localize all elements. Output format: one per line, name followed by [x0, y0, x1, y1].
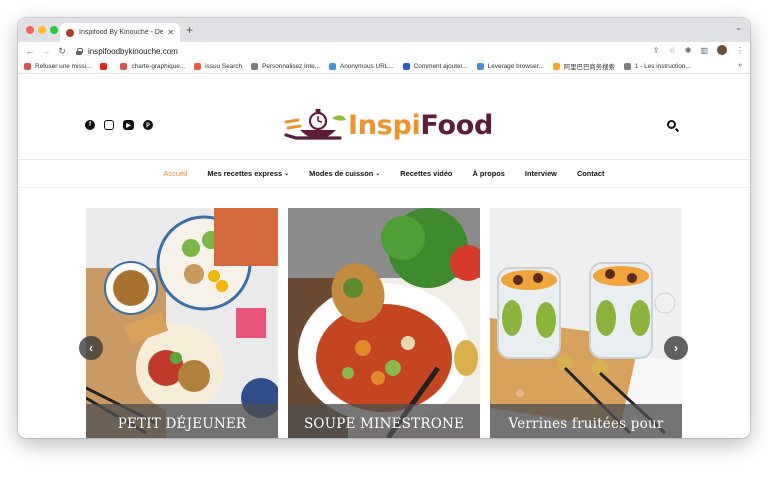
avatar[interactable] — [717, 45, 727, 55]
address-bar[interactable]: inspifoodbykinouche.com — [76, 44, 676, 58]
carousel-prev-button[interactable]: ‹ — [79, 336, 103, 360]
bookmark-item[interactable]: Refuser une missi... — [24, 63, 91, 70]
browser-toolbar: ← → ↻ inspifoodbykinouche.com ⇪ ☆ ✱ ▥ ⋮ — [18, 42, 750, 60]
bookmark-icon — [402, 63, 410, 70]
slide-card[interactable]: Verrines fruitées pour — [490, 208, 682, 438]
bookmark-label: 1 - Les instruction... — [634, 63, 691, 70]
forward-button[interactable]: → — [38, 46, 54, 56]
sidebar-icon[interactable]: ▥ — [700, 46, 708, 55]
share-icon[interactable]: ⇪ — [653, 46, 660, 55]
bookmark-label: issuu Search — [205, 63, 243, 70]
site-logo[interactable]: InspiFood — [284, 108, 494, 148]
tab-close-icon[interactable]: ✕ — [167, 28, 174, 37]
site-favicon-icon — [66, 28, 74, 37]
logo-wordmark: InspiFood — [348, 110, 493, 141]
alibaba-icon — [552, 63, 560, 70]
recipe-carousel: PETIT DÉJEUNER SOUPE MINESTRONE Verrines… — [86, 208, 682, 438]
menu-item-recettes-express[interactable]: Mes recettes express ⌄ — [207, 169, 289, 178]
bookmark-label: 阿里巴巴商务搜索 — [563, 64, 615, 71]
website-content: f ▶ p InspiFood Accueil Mes recettes exp… — [18, 75, 750, 438]
tab-strip: Inspifood By Kinouche - Des r ✕ + ⌄ — [18, 18, 750, 42]
star-icon[interactable]: ☆ — [669, 46, 676, 55]
globe-icon — [623, 63, 631, 70]
social-links: f ▶ p — [85, 120, 153, 130]
slide-caption: PETIT DÉJEUNER — [86, 404, 278, 438]
browser-tab[interactable]: Inspifood By Kinouche - Des r ✕ — [60, 23, 180, 42]
menu-item-a-propos[interactable]: À propos — [472, 169, 504, 178]
bookmark-icon — [120, 63, 128, 70]
bookmark-icon — [24, 63, 31, 70]
divider — [18, 187, 750, 188]
logo-pan-clock-icon — [284, 109, 346, 140]
browser-window: Inspifood By Kinouche - Des r ✕ + ⌄ ← → … — [18, 18, 750, 438]
menu-item-contact[interactable]: Contact — [577, 169, 605, 178]
search-icon[interactable] — [667, 120, 676, 129]
tab-title: Inspifood By Kinouche - Des r — [79, 29, 164, 36]
bookmark-label: Anonymous URL... — [340, 63, 394, 70]
menu-item-recettes-video[interactable]: Recettes vidéo — [400, 169, 452, 178]
slide-caption: SOUPE MINESTRONE — [288, 404, 480, 438]
reload-button[interactable]: ↻ — [54, 46, 70, 57]
bookmark-item[interactable]: charte-graphique... — [120, 63, 185, 70]
instagram-icon[interactable] — [104, 120, 114, 130]
issuu-icon — [194, 63, 202, 70]
bookmark-item[interactable]: Comment ajouter... — [402, 63, 468, 70]
chevron-down-icon: ⌄ — [375, 170, 381, 177]
youtube-icon[interactable]: ▶ — [123, 120, 134, 130]
bookmark-icon — [476, 63, 484, 70]
lock-icon — [76, 47, 83, 55]
globe-icon — [251, 63, 259, 70]
menu-item-interview[interactable]: Interview — [525, 169, 557, 178]
bookmark-label: Leverage browser... — [487, 63, 544, 70]
slide-caption: Verrines fruitées pour — [490, 404, 682, 438]
bookmark-label: charte-graphique... — [131, 63, 186, 70]
carousel-next-button[interactable]: › — [664, 336, 688, 360]
bookmark-item[interactable]: Anonymous URL... — [329, 63, 394, 70]
tab-search-chevron-icon[interactable]: ⌄ — [735, 23, 742, 32]
bookmark-item[interactable] — [100, 63, 111, 70]
bookmark-item[interactable]: Leverage browser... — [476, 63, 544, 70]
bookmarks-overflow-button[interactable]: » — [738, 62, 742, 69]
maximize-window-button[interactable] — [50, 26, 58, 34]
back-button[interactable]: ← — [22, 46, 38, 56]
bookmark-item[interactable]: issuu Search — [194, 63, 242, 70]
bookmark-label: Refuser une missi... — [35, 63, 92, 70]
bookmark-item[interactable]: 1 - Les instruction... — [623, 63, 691, 70]
bookmark-icon — [329, 63, 336, 70]
bookmark-item[interactable]: Personnalisez Inte... — [251, 63, 320, 70]
bookmark-label: Personnalisez Inte... — [262, 63, 320, 70]
bookmarks-bar: Refuser une missi... charte-graphique...… — [18, 60, 750, 74]
url-text[interactable]: inspifoodbykinouche.com — [88, 47, 178, 56]
toolbar-actions: ⇪ ☆ ✱ ▥ ⋮ — [653, 45, 744, 55]
youtube-bookmark-icon — [100, 63, 108, 70]
menu-item-modes-de-cuisson[interactable]: Modes de cuisson ⌄ — [309, 169, 380, 178]
new-tab-button[interactable]: + — [186, 23, 193, 37]
menu-item-accueil[interactable]: Accueil — [164, 169, 188, 178]
puzzle-icon[interactable]: ✱ — [685, 46, 692, 55]
bookmark-label: Comment ajouter... — [413, 63, 468, 70]
main-menu: Accueil Mes recettes express ⌄ Modes de c… — [18, 159, 750, 187]
kebab-menu-icon[interactable]: ⋮ — [736, 46, 744, 55]
bookmark-item[interactable]: 阿里巴巴商务搜索 — [552, 62, 615, 71]
pinterest-icon[interactable]: p — [143, 120, 153, 130]
chevron-down-icon: ⌄ — [284, 170, 290, 177]
close-window-button[interactable] — [26, 26, 34, 34]
minimize-window-button[interactable] — [38, 26, 46, 34]
slide-card[interactable]: SOUPE MINESTRONE — [288, 208, 480, 438]
slide-card[interactable]: PETIT DÉJEUNER — [86, 208, 278, 438]
facebook-icon[interactable]: f — [85, 120, 95, 130]
